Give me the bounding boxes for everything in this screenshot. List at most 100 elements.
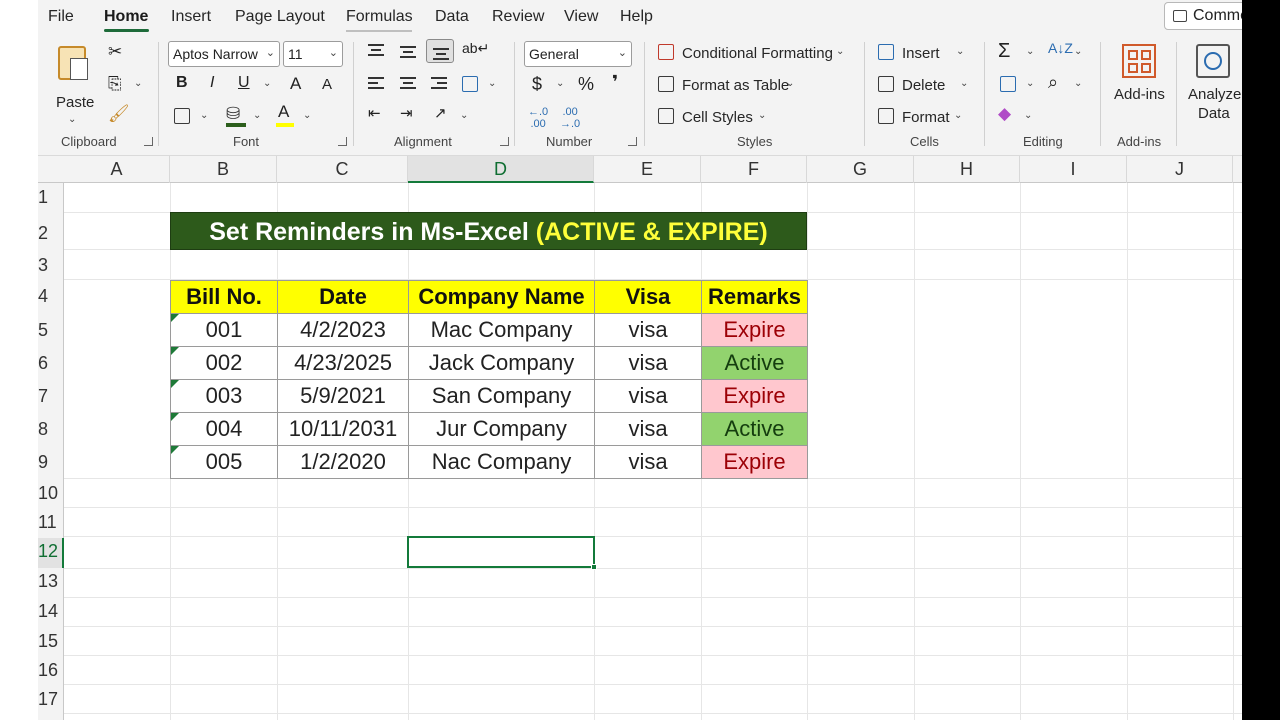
cell-remark-expire[interactable]: Expire xyxy=(701,445,808,479)
menu-file[interactable]: File xyxy=(48,8,74,26)
row-header-13[interactable]: 13 xyxy=(38,571,64,599)
underline-button[interactable]: U xyxy=(238,74,250,92)
top-align-icon[interactable] xyxy=(368,44,384,56)
menu-review[interactable]: Review xyxy=(492,8,544,26)
clear-eraser-icon[interactable]: ◆ xyxy=(998,104,1011,124)
header-visa[interactable]: Visa xyxy=(594,280,702,314)
alignment-launcher-icon[interactable] xyxy=(500,137,509,146)
column-header-c[interactable]: C xyxy=(277,156,408,183)
find-dropdown-icon[interactable]: ⌄ xyxy=(1074,78,1082,89)
fill-color-icon[interactable]: ⛁ xyxy=(226,104,240,124)
font-color-dropdown-icon[interactable]: ⌄ xyxy=(303,110,311,121)
number-format-combo[interactable]: General ⌄ xyxy=(524,41,632,67)
decrease-decimal-icon[interactable]: .00 →.0 xyxy=(560,106,580,130)
percent-button[interactable]: % xyxy=(578,74,594,95)
cell-remark-active[interactable]: Active xyxy=(701,412,808,446)
merge-center-icon[interactable] xyxy=(462,76,478,92)
orientation-dropdown-icon[interactable]: ⌄ xyxy=(460,110,468,121)
row-header-11[interactable]: 11 xyxy=(38,512,64,540)
paste-button[interactable]: Paste ⌄ xyxy=(52,42,94,125)
clipboard-launcher-icon[interactable] xyxy=(144,137,153,146)
comments-button[interactable]: Comme xyxy=(1164,2,1254,30)
decrease-indent-icon[interactable]: ⇤ xyxy=(368,104,381,122)
cell-remark-active[interactable]: Active xyxy=(701,346,808,380)
column-header-b[interactable]: B xyxy=(170,156,277,183)
align-center-icon[interactable] xyxy=(400,77,416,89)
column-header-j[interactable]: J xyxy=(1127,156,1233,183)
paste-dropdown-icon[interactable]: ⌄ xyxy=(68,114,76,125)
middle-align-icon[interactable] xyxy=(400,46,416,58)
autosum-dropdown-icon[interactable]: ⌄ xyxy=(1026,46,1034,57)
fill-down-icon[interactable] xyxy=(1000,76,1016,92)
header-bill-no[interactable]: Bill No. xyxy=(170,280,278,314)
fill-color-dropdown-icon[interactable]: ⌄ xyxy=(253,110,261,121)
column-header-e[interactable]: E xyxy=(594,156,701,183)
menu-data[interactable]: Data xyxy=(435,8,469,26)
delete-cells-button[interactable]: Delete ⌄ xyxy=(878,74,972,96)
menu-home[interactable]: Home xyxy=(104,8,148,26)
row-header-17[interactable]: 17 xyxy=(38,689,64,717)
header-remarks[interactable]: Remarks xyxy=(701,280,808,314)
row-header-12[interactable]: 12 xyxy=(38,538,64,568)
column-header-d[interactable]: D xyxy=(408,156,594,183)
row-header-14[interactable]: 14 xyxy=(38,601,64,629)
column-header-g[interactable]: G xyxy=(807,156,914,183)
menu-help[interactable]: Help xyxy=(620,8,653,26)
row-header-3[interactable]: 3 xyxy=(38,255,64,283)
align-left-icon[interactable] xyxy=(368,77,384,89)
cell-styles-button[interactable]: Cell Styles ⌄ xyxy=(658,106,768,128)
cell-bill-no[interactable]: 005 xyxy=(170,445,278,479)
clear-dropdown-icon[interactable]: ⌄ xyxy=(1024,110,1032,121)
cell-visa[interactable]: visa xyxy=(594,379,702,413)
align-right-icon[interactable] xyxy=(431,77,447,89)
row-header-15[interactable]: 15 xyxy=(38,631,64,659)
cell-remark-expire[interactable]: Expire xyxy=(701,313,808,347)
borders-icon[interactable] xyxy=(174,108,190,124)
cell-visa[interactable]: visa xyxy=(594,346,702,380)
cell-date[interactable]: 4/2/2023 xyxy=(277,313,409,347)
comma-button[interactable]: ❜ xyxy=(612,72,618,93)
menu-insert[interactable]: Insert xyxy=(171,8,211,26)
font-launcher-icon[interactable] xyxy=(338,137,347,146)
column-header-a[interactable]: A xyxy=(64,156,170,183)
font-color-icon[interactable]: A xyxy=(278,102,289,122)
increase-indent-icon[interactable]: ⇥ xyxy=(400,104,413,122)
number-launcher-icon[interactable] xyxy=(628,137,637,146)
merge-dropdown-icon[interactable]: ⌄ xyxy=(488,78,496,89)
row-header-2[interactable]: 2 xyxy=(38,223,64,251)
cell-bill-no[interactable]: 001 xyxy=(170,313,278,347)
autosum-icon[interactable]: Σ xyxy=(998,40,1010,63)
active-cell-selection[interactable] xyxy=(407,536,597,570)
column-header-i[interactable]: I xyxy=(1020,156,1127,183)
cell-bill-no[interactable]: 004 xyxy=(170,412,278,446)
cell-date[interactable]: 10/11/2031 xyxy=(277,412,409,446)
cell-bill-no[interactable]: 002 xyxy=(170,346,278,380)
row-header-1[interactable]: 1 xyxy=(38,187,64,215)
cell-visa[interactable]: visa xyxy=(594,313,702,347)
row-header-9[interactable]: 9 xyxy=(38,452,64,480)
header-company-name[interactable]: Company Name xyxy=(408,280,595,314)
row-header-8[interactable]: 8 xyxy=(38,419,64,447)
orientation-icon[interactable]: ↗ xyxy=(434,104,447,122)
currency-dropdown-icon[interactable]: ⌄ xyxy=(556,78,564,89)
menu-view[interactable]: View xyxy=(564,8,598,26)
format-painter-icon[interactable]: 🖌 xyxy=(108,104,130,124)
bottom-align-button[interactable] xyxy=(426,39,454,63)
column-header-f[interactable]: F xyxy=(701,156,807,183)
cell-company[interactable]: Mac Company xyxy=(408,313,595,347)
wrap-text-icon[interactable]: ab↵ xyxy=(462,40,489,57)
bold-button[interactable]: B xyxy=(176,74,188,92)
row-header-10[interactable]: 10 xyxy=(38,483,64,511)
fill-handle[interactable] xyxy=(591,564,597,570)
cell-date[interactable]: 1/2/2020 xyxy=(277,445,409,479)
copy-dropdown-icon[interactable]: ⌄ xyxy=(134,78,142,89)
sort-filter-icon[interactable]: A↓Z xyxy=(1048,40,1073,56)
italic-button[interactable]: I xyxy=(210,74,214,92)
row-header-7[interactable]: 7 xyxy=(38,386,64,414)
menu-formulas[interactable]: Formulas xyxy=(346,8,413,26)
cut-icon[interactable]: ✂ xyxy=(108,42,122,62)
cell-remark-expire[interactable]: Expire xyxy=(701,379,808,413)
cell-bill-no[interactable]: 003 xyxy=(170,379,278,413)
cell-visa[interactable]: visa xyxy=(594,412,702,446)
sheet-title[interactable]: Set Reminders in Ms-Excel (ACTIVE & EXPI… xyxy=(170,212,807,250)
